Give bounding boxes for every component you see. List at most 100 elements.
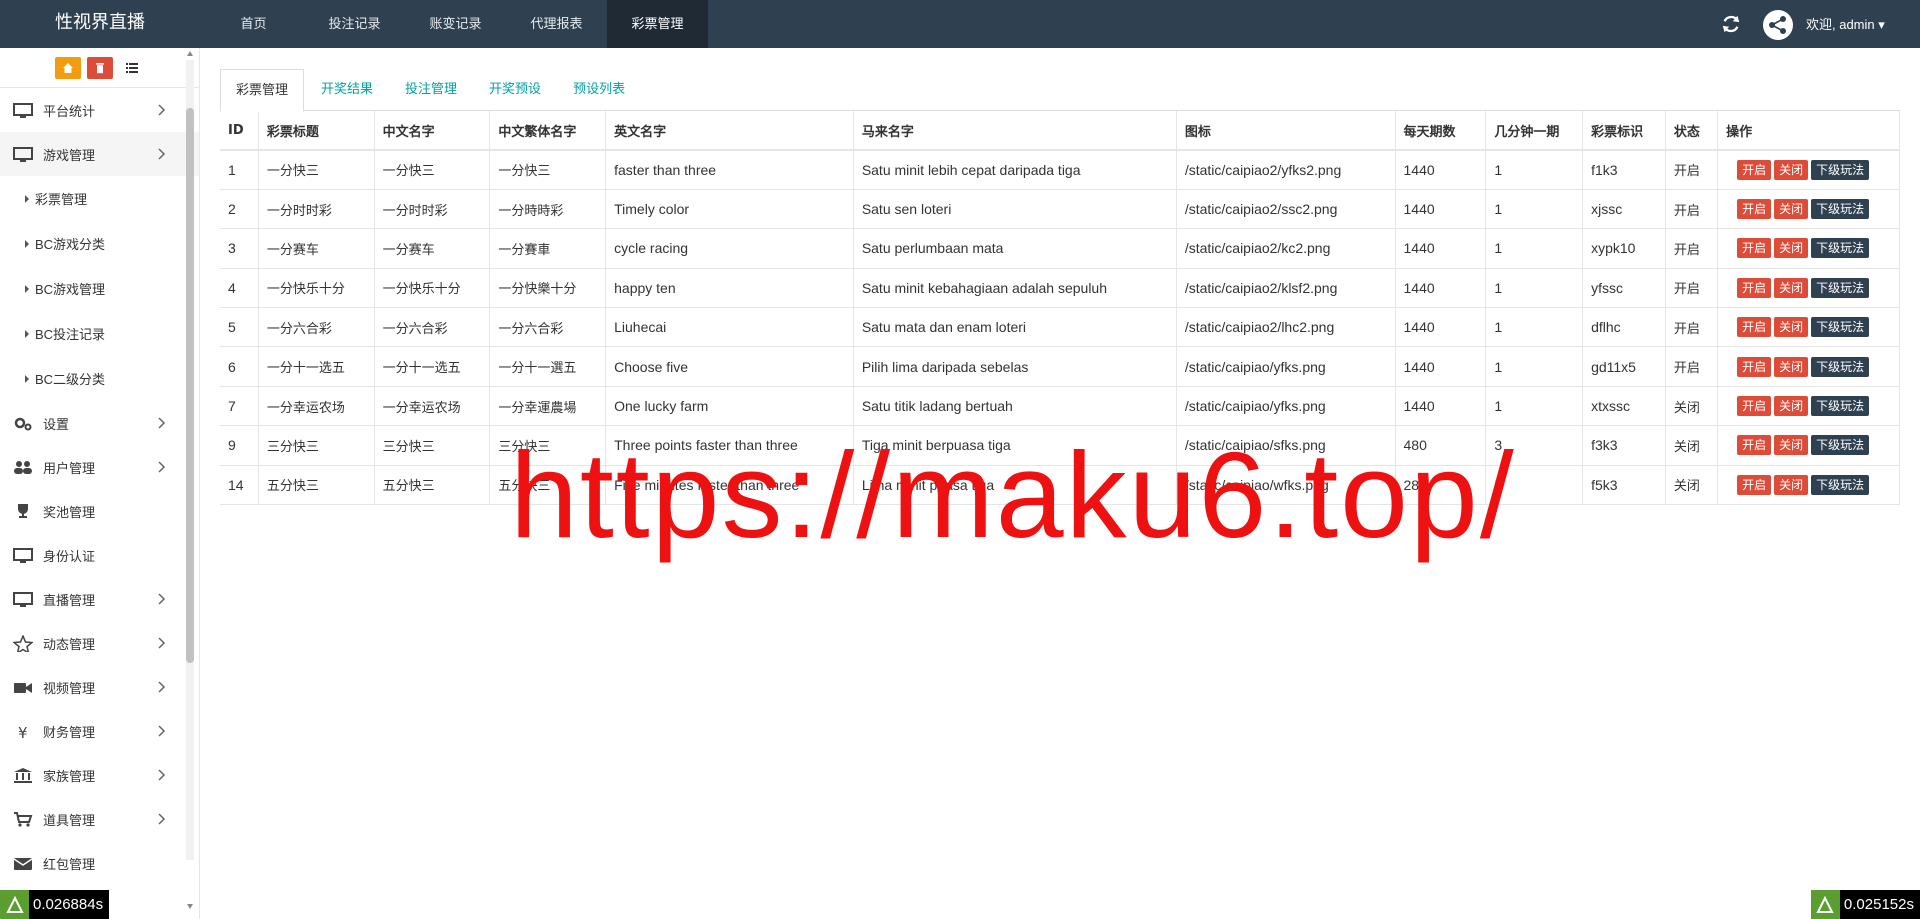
close-button[interactable]: 关闭 (1774, 238, 1809, 259)
cart-icon (12, 811, 34, 827)
user-menu-toggle[interactable]: 欢迎, admin ▾ (1806, 0, 1916, 50)
sub-play-button[interactable]: 下级玩法 (1811, 277, 1870, 298)
table-row: 7 一分幸运农场 一分幸运农场 一分幸運農場 One lucky farm Satu ti… (220, 386, 1900, 427)
close-button[interactable]: 关闭 (1774, 277, 1809, 298)
content-tab[interactable]: 预设列表 (558, 69, 640, 111)
sidebar-item[interactable]: 游戏管理 (0, 132, 199, 176)
topnav-item[interactable]: 彩票管理 (607, 0, 708, 48)
close-button[interactable]: 关闭 (1774, 159, 1809, 180)
trash-button[interactable] (86, 56, 113, 79)
chevron-right-icon (158, 769, 166, 781)
sidebar-item[interactable]: 红包管理 (0, 841, 199, 885)
sidebar-item[interactable]: 动态管理 (0, 621, 199, 665)
sidebar-item[interactable]: 直播管理 (0, 577, 199, 621)
sidebar-item[interactable]: 视频管理 (0, 665, 199, 709)
sub-play-button[interactable]: 下级玩法 (1811, 238, 1870, 259)
open-button[interactable]: 开启 (1737, 277, 1772, 298)
sidebar-item[interactable]: 用户管理 (0, 445, 199, 489)
sub-play-button[interactable]: 下级玩法 (1811, 396, 1870, 417)
close-button[interactable]: 关闭 (1774, 356, 1809, 377)
content-tab[interactable]: 开奖预设 (474, 69, 556, 111)
open-button[interactable]: 开启 (1737, 159, 1772, 180)
sidebar-scrollbar[interactable] (186, 60, 194, 860)
table-cell: cycle racing (605, 228, 854, 269)
users-icon (12, 459, 34, 475)
caret-right-icon (25, 329, 29, 338)
column-header[interactable]: 中文名字 (374, 111, 491, 151)
column-header[interactable]: ID (220, 111, 259, 151)
sub-play-button[interactable]: 下级玩法 (1811, 356, 1870, 377)
close-button[interactable]: 关闭 (1774, 396, 1809, 417)
column-header[interactable]: 马来名字 (853, 111, 1177, 151)
brand-title[interactable]: 性视界直播 (0, 0, 200, 48)
sidebar-item[interactable]: 道具管理 (0, 797, 199, 841)
table-cell: 5 (220, 307, 259, 348)
sub-play-button[interactable]: 下级玩法 (1811, 474, 1870, 495)
sidebar-subitem[interactable]: 彩票管理 (0, 176, 199, 221)
timer-left-value: 0.026884s (33, 896, 104, 913)
sidebar-item[interactable]: 身份认证 (0, 533, 199, 577)
scroll-up-arrow-icon[interactable] (186, 50, 194, 58)
content-tab[interactable]: 投注管理 (390, 69, 472, 111)
topnav-item[interactable]: 首页 (203, 0, 304, 48)
column-header[interactable]: 彩票标题 (258, 111, 375, 151)
sidebar-item[interactable]: 奖池管理 (0, 489, 199, 533)
table-cell: 开启 (1665, 268, 1719, 309)
star-icon (12, 634, 34, 652)
close-button[interactable]: 关闭 (1774, 474, 1809, 495)
topnav-item[interactable]: 代理报表 (506, 0, 607, 48)
table-cell: /static/caipiao/yfks.png (1176, 386, 1396, 427)
sidebar-subitem[interactable]: BC投注记录 (0, 311, 199, 356)
sidebar-subitem[interactable]: BC二级分类 (0, 356, 199, 401)
table-cell: Satu mata dan enam loteri (853, 307, 1177, 348)
scroll-down-arrow-icon[interactable] (186, 902, 194, 910)
sidebar-item[interactable]: 平台统计 (0, 88, 199, 132)
close-button[interactable]: 关闭 (1774, 317, 1809, 338)
chevron-right-icon (158, 813, 166, 825)
sidebar-subitem[interactable]: BC游戏管理 (0, 266, 199, 311)
sub-play-button[interactable]: 下级玩法 (1811, 435, 1870, 456)
table-cell: 一分快三 (489, 150, 607, 190)
home-button[interactable] (54, 56, 81, 79)
table-cell: 一分十一選五 (489, 346, 607, 387)
sub-play-button[interactable]: 下级玩法 (1811, 199, 1870, 220)
open-button[interactable]: 开启 (1737, 238, 1772, 259)
topnav-item[interactable]: 投注记录 (304, 0, 405, 48)
column-header[interactable]: 操作 (1717, 111, 1900, 151)
scrollbar-thumb[interactable] (186, 108, 194, 663)
table-cell: xjssc (1582, 189, 1666, 230)
table-cell: 关闭 (1665, 386, 1719, 427)
open-button[interactable]: 开启 (1737, 356, 1772, 377)
sidebar-item[interactable]: 家族管理 (0, 753, 199, 797)
open-button[interactable]: 开启 (1737, 317, 1772, 338)
sub-play-button[interactable]: 下级玩法 (1811, 317, 1870, 338)
sidebar-item[interactable]: 设置 (0, 401, 199, 445)
monitor-icon (12, 547, 34, 563)
share-avatar-icon[interactable] (1762, 9, 1794, 41)
column-header[interactable]: 中文繁体名字 (489, 111, 607, 151)
column-header[interactable]: 每天期数 (1395, 111, 1487, 151)
content-tab[interactable]: 彩票管理 (220, 69, 305, 112)
table-cell: 一分六合彩 (489, 307, 607, 348)
list-toggle-button[interactable] (118, 56, 145, 79)
column-header[interactable]: 几分钟一期 (1485, 111, 1584, 151)
open-button[interactable]: 开启 (1737, 474, 1772, 495)
sidebar-item[interactable]: ¥ 财务管理 (0, 709, 199, 753)
sidebar-subitem[interactable]: BC游戏分类 (0, 221, 199, 266)
table-cell: 1440 (1395, 307, 1487, 348)
close-button[interactable]: 关闭 (1774, 435, 1809, 456)
table-cell: 开启 (1665, 189, 1719, 230)
column-header[interactable]: 图标 (1176, 111, 1396, 151)
column-header[interactable]: 彩票标识 (1582, 111, 1666, 151)
topnav-item[interactable]: 账变记录 (405, 0, 506, 48)
close-button[interactable]: 关闭 (1774, 199, 1809, 220)
sub-play-button[interactable]: 下级玩法 (1811, 159, 1870, 180)
content-tab[interactable]: 开奖结果 (306, 69, 388, 111)
column-header[interactable]: 状态 (1665, 111, 1719, 151)
open-button[interactable]: 开启 (1737, 396, 1772, 417)
open-button[interactable]: 开启 (1737, 435, 1772, 456)
column-header[interactable]: 英文名字 (605, 111, 854, 151)
refresh-icon[interactable] (1720, 13, 1742, 35)
open-button[interactable]: 开启 (1737, 199, 1772, 220)
sidebar-item-label: 红包管理 (43, 856, 96, 872)
